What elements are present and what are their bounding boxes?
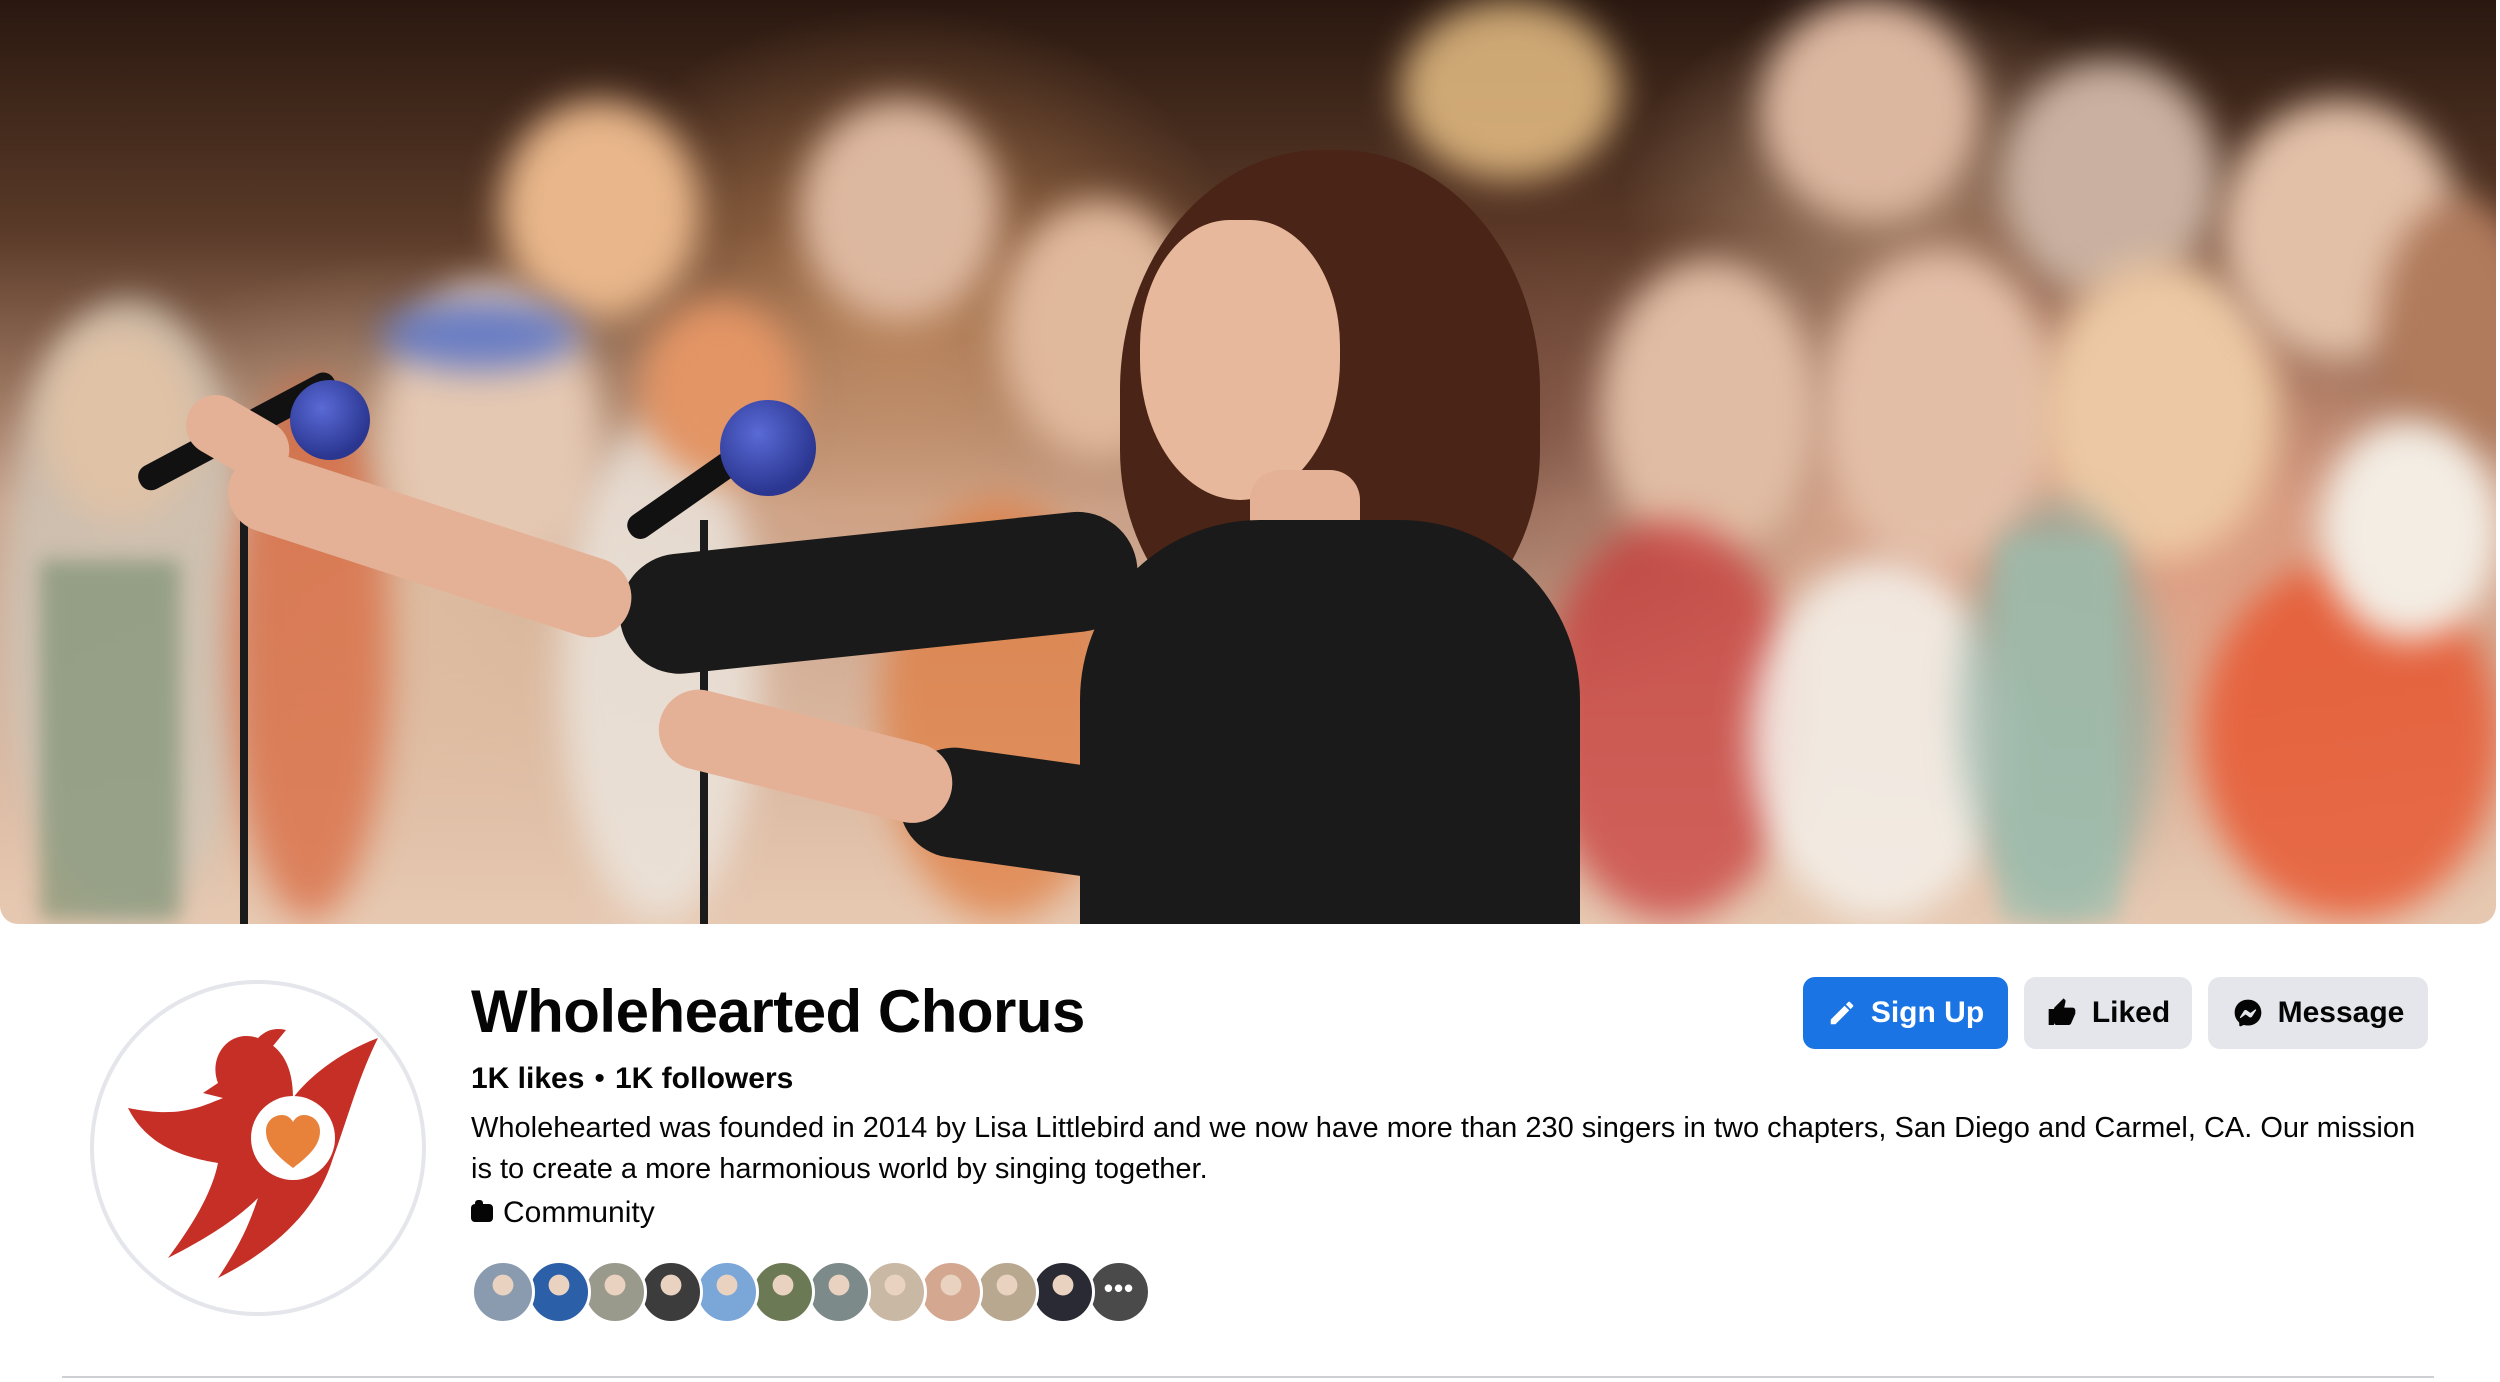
liked-button[interactable]: Liked: [2024, 977, 2192, 1049]
stats-separator: •: [594, 1062, 605, 1095]
page-description: Wholehearted was founded in 2014 by Lisa…: [471, 1112, 2416, 1185]
section-divider: [62, 1376, 2434, 1378]
friend-avatar[interactable]: [751, 1260, 815, 1324]
message-label: Message: [2277, 996, 2405, 1029]
page-title[interactable]: Wholehearted Chorus: [471, 977, 1085, 1046]
friend-avatar[interactable]: [471, 1260, 535, 1324]
followers-count[interactable]: 1K followers: [615, 1062, 793, 1095]
friend-avatar[interactable]: [975, 1260, 1039, 1324]
briefcase-icon: [471, 1200, 493, 1222]
category-label: Community: [503, 1196, 655, 1229]
friend-avatar[interactable]: [583, 1260, 647, 1324]
thumbs-up-icon: [2048, 998, 2076, 1025]
cover-photo[interactable]: [0, 0, 2496, 924]
friend-avatar[interactable]: [1031, 1260, 1095, 1324]
more-icon: •••: [1103, 1273, 1135, 1303]
profile-picture[interactable]: [90, 980, 426, 1316]
pencil-icon: [1830, 1001, 1854, 1025]
facebook-page-header: Wholehearted Chorus 1K likes • 1K follower…: [0, 0, 2500, 1382]
friend-avatar[interactable]: [695, 1260, 759, 1324]
sign-up-button[interactable]: Sign Up: [1803, 977, 2008, 1049]
more-friends-avatar[interactable]: •••: [1087, 1260, 1151, 1324]
messenger-icon: [2234, 999, 2261, 1027]
likes-count[interactable]: 1K likes: [471, 1062, 584, 1095]
sign-up-label: Sign Up: [1870, 996, 1985, 1029]
friend-avatar[interactable]: [527, 1260, 591, 1324]
page-stats: 1K likes • 1K followers: [471, 1062, 793, 1096]
friend-avatar[interactable]: [639, 1260, 703, 1324]
bird-heart-logo-icon: [128, 1028, 378, 1278]
liked-label: Liked: [2091, 996, 2171, 1029]
page-category: Community: [471, 1196, 655, 1230]
message-button[interactable]: Message: [2208, 977, 2428, 1049]
friend-avatar[interactable]: [919, 1260, 983, 1324]
friend-avatar[interactable]: [863, 1260, 927, 1324]
friend-avatar[interactable]: [807, 1260, 871, 1324]
